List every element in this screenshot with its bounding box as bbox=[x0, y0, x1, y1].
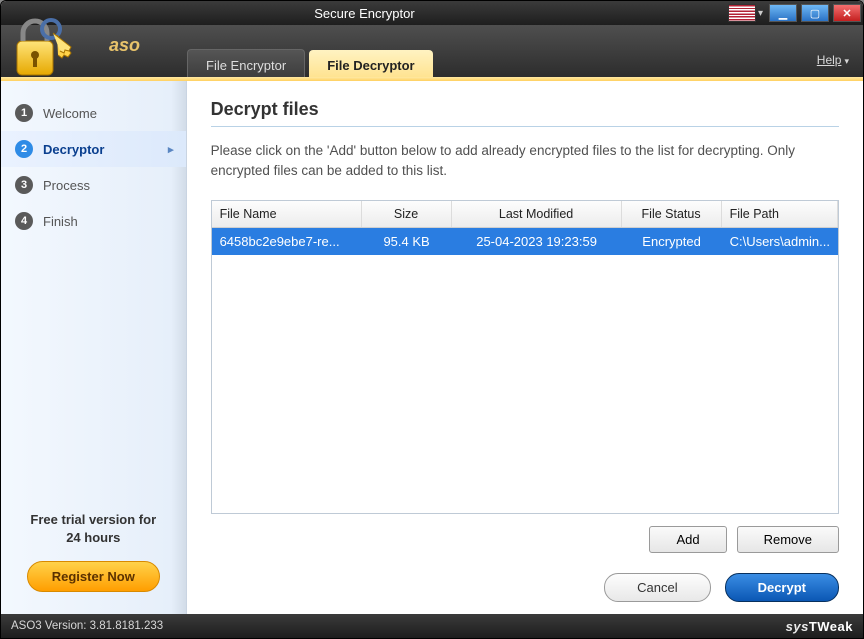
cell-size: 95.4 KB bbox=[362, 228, 452, 255]
cancel-button[interactable]: Cancel bbox=[604, 573, 710, 602]
step-number: 2 bbox=[15, 140, 33, 158]
dialog-actions: Cancel Decrypt bbox=[211, 573, 839, 602]
main-panel: Decrypt files Please click on the 'Add' … bbox=[187, 81, 863, 614]
window-title: Secure Encryptor bbox=[1, 6, 728, 21]
step-label: Decryptor bbox=[43, 142, 104, 157]
titlebar-controls: ▾ ▁ ▢ ✕ bbox=[728, 4, 863, 22]
cell-file-status: Encrypted bbox=[622, 228, 722, 255]
app-window: Secure Encryptor ▾ ▁ ▢ ✕ bbox=[0, 0, 864, 639]
vendor-part-a: sys bbox=[786, 619, 809, 634]
step-list: 1 Welcome 2 Decryptor 3 Process 4 Finish bbox=[1, 81, 186, 253]
step-process[interactable]: 3 Process bbox=[1, 167, 186, 203]
step-label: Welcome bbox=[43, 106, 97, 121]
cell-file-path: C:\Users\admin... bbox=[722, 228, 838, 255]
register-now-button[interactable]: Register Now bbox=[27, 561, 160, 592]
step-number: 1 bbox=[15, 104, 33, 122]
language-flag[interactable]: ▾ bbox=[728, 4, 765, 22]
status-bar: ASO3 Version: 3.81.8181.233 sysTWeak bbox=[1, 614, 863, 638]
step-label: Process bbox=[43, 178, 90, 193]
body: 1 Welcome 2 Decryptor 3 Process 4 Finish bbox=[1, 81, 863, 614]
table-actions: Add Remove bbox=[211, 526, 839, 553]
close-button[interactable]: ✕ bbox=[833, 4, 861, 22]
decrypt-button[interactable]: Decrypt bbox=[725, 573, 839, 602]
help-label: Help bbox=[817, 53, 842, 67]
vendor-part-b: TWeak bbox=[809, 619, 853, 634]
header: aso File Encryptor File Decryptor Help▾ bbox=[1, 25, 863, 81]
help-menu[interactable]: Help▾ bbox=[817, 53, 849, 67]
trial-text: Free trial version for 24 hours bbox=[11, 511, 176, 547]
titlebar: Secure Encryptor ▾ ▁ ▢ ✕ bbox=[1, 1, 863, 25]
chevron-down-icon: ▾ bbox=[844, 56, 849, 67]
trial-line-2: 24 hours bbox=[11, 529, 176, 547]
instructions-text: Please click on the 'Add' button below t… bbox=[211, 141, 839, 182]
col-file-name[interactable]: File Name bbox=[212, 201, 362, 227]
trial-line-1: Free trial version for bbox=[11, 511, 176, 529]
padlock-keys-icon bbox=[7, 11, 79, 81]
step-label: Finish bbox=[43, 214, 78, 229]
brand-label: aso bbox=[109, 35, 140, 56]
cell-file-name: 6458bc2e9ebe7-re... bbox=[212, 228, 362, 255]
tabs: File Encryptor File Decryptor bbox=[187, 25, 433, 81]
sidebar-footer: Free trial version for 24 hours Register… bbox=[1, 499, 186, 614]
add-button[interactable]: Add bbox=[649, 526, 726, 553]
sidebar: 1 Welcome 2 Decryptor 3 Process 4 Finish bbox=[1, 81, 187, 614]
file-table: File Name Size Last Modified File Status… bbox=[211, 200, 839, 515]
divider bbox=[211, 126, 839, 127]
us-flag-icon bbox=[728, 4, 756, 22]
table-header: File Name Size Last Modified File Status… bbox=[212, 201, 838, 228]
maximize-button[interactable]: ▢ bbox=[801, 4, 829, 22]
step-decryptor[interactable]: 2 Decryptor bbox=[1, 131, 186, 167]
remove-button[interactable]: Remove bbox=[737, 526, 839, 553]
col-last-modified[interactable]: Last Modified bbox=[452, 201, 622, 227]
table-row[interactable]: 6458bc2e9ebe7-re... 95.4 KB 25-04-2023 1… bbox=[212, 228, 838, 255]
col-file-status[interactable]: File Status bbox=[622, 201, 722, 227]
col-size[interactable]: Size bbox=[362, 201, 452, 227]
step-number: 3 bbox=[15, 176, 33, 194]
step-number: 4 bbox=[15, 212, 33, 230]
col-file-path[interactable]: File Path bbox=[722, 201, 838, 227]
tab-strip bbox=[1, 77, 863, 81]
page-heading: Decrypt files bbox=[211, 99, 839, 120]
step-finish[interactable]: 4 Finish bbox=[1, 203, 186, 239]
version-label: ASO3 Version: 3.81.8181.233 bbox=[11, 620, 163, 632]
vendor-logo: sysTWeak bbox=[786, 619, 853, 634]
cell-last-modified: 25-04-2023 19:23:59 bbox=[452, 228, 622, 255]
step-welcome[interactable]: 1 Welcome bbox=[1, 95, 186, 131]
minimize-button[interactable]: ▁ bbox=[769, 4, 797, 22]
chevron-down-icon: ▾ bbox=[756, 8, 765, 19]
